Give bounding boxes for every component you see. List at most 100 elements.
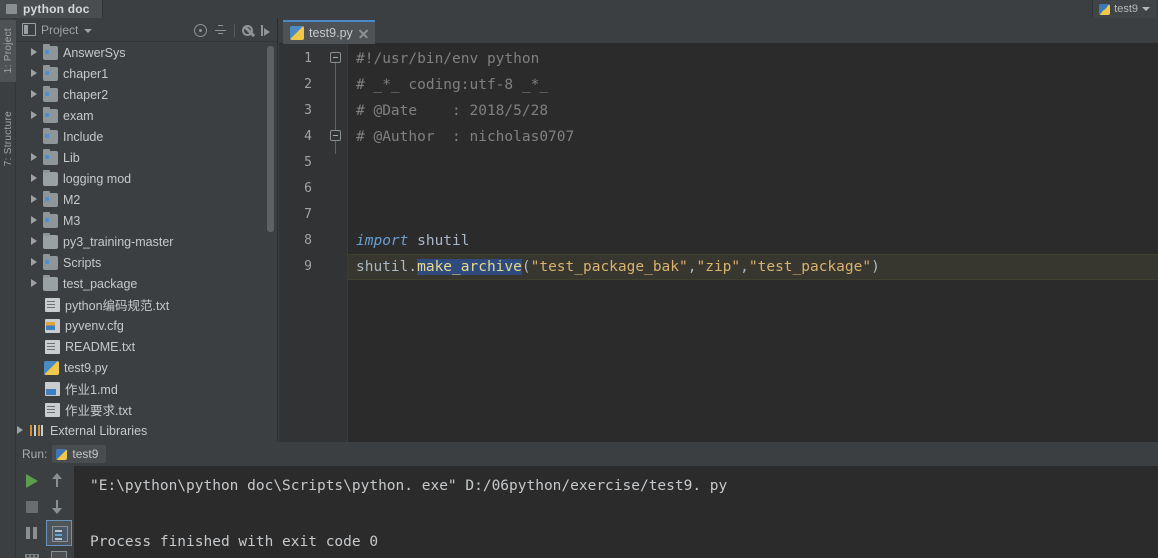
tree-item-label: test9.py — [64, 360, 108, 375]
chevron-right-icon[interactable] — [30, 153, 39, 162]
code-line[interactable]: # @Date : 2018/5/28 — [356, 98, 548, 124]
tree-item[interactable]: pyvenv.cfg — [16, 315, 278, 336]
chevron-right-icon[interactable] — [30, 237, 39, 246]
tree-item[interactable]: README.txt — [16, 336, 278, 357]
tree-item[interactable]: chaper2 — [16, 84, 278, 105]
code-line[interactable]: #!/usr/bin/env python — [356, 46, 539, 72]
sidebar-item-project[interactable]: 1: Project — [0, 20, 16, 82]
python-file-icon — [56, 448, 68, 460]
code-line[interactable]: # @Author : nicholas0707 — [356, 124, 574, 150]
console-scrollbar[interactable] — [1151, 466, 1158, 558]
project-tree-scrollbar[interactable] — [267, 46, 274, 232]
markdown-file-icon — [45, 381, 60, 396]
pause-button[interactable] — [19, 520, 45, 546]
chevron-right-icon[interactable] — [30, 90, 39, 99]
fold-collapse-icon[interactable] — [330, 130, 341, 141]
up-stack-button[interactable] — [46, 468, 72, 494]
editor-area: test9.py 1 2 3 4 5 6 7 8 9 #!/usr/bin/env python… — [279, 18, 1158, 442]
tree-item[interactable]: M3 — [16, 210, 278, 231]
chevron-right-icon[interactable] — [30, 258, 39, 267]
code-area[interactable]: 1 2 3 4 5 6 7 8 9 #!/usr/bin/env python # _*_ cod… — [279, 44, 1158, 442]
tree-item[interactable]: test9.py — [16, 357, 278, 378]
stop-button[interactable] — [19, 494, 45, 520]
line-number: 6 — [304, 181, 312, 196]
tree-item-label: pyvenv.cfg — [65, 318, 124, 333]
tree-item[interactable]: python编码规范.txt — [16, 294, 278, 315]
code-token: ( — [521, 259, 531, 275]
tree-item[interactable]: External Libraries — [16, 420, 278, 441]
hide-panel-icon[interactable] — [260, 24, 273, 37]
code-token: ) — [871, 259, 880, 275]
tree-item[interactable]: py3_training-master — [16, 231, 278, 252]
soft-wrap-button[interactable] — [46, 520, 72, 546]
tree-item[interactable]: chaper1 — [16, 63, 278, 84]
run-tab-test9[interactable]: test9 — [52, 445, 107, 463]
code-token: , — [740, 259, 749, 275]
chevron-down-icon[interactable] — [1142, 7, 1150, 11]
chevron-right-icon[interactable] — [30, 216, 39, 225]
play-icon — [26, 474, 38, 488]
tab-test9-py[interactable]: test9.py — [283, 20, 375, 44]
line-number: 8 — [304, 233, 312, 248]
project-title-tab[interactable]: python doc — [0, 0, 103, 18]
code-token: # _*_ coding:utf-8 _*_ — [356, 77, 549, 93]
code-folding-strip[interactable] — [320, 44, 348, 442]
chevron-right-icon[interactable] — [30, 48, 39, 57]
console-output[interactable]: "E:\python\python doc\Scripts\python. ex… — [74, 466, 1158, 558]
grid-icon — [25, 554, 39, 558]
tree-item-label: py3_training-master — [63, 234, 174, 249]
left-tool-strip: 1: Project 7: Structure — [0, 18, 16, 558]
tree-item[interactable]: M2 — [16, 189, 278, 210]
tree-item-label: README.txt — [65, 339, 136, 354]
tree-item[interactable]: Lib — [16, 147, 278, 168]
run-config-label: test9 — [1114, 3, 1138, 15]
chevron-right-icon[interactable] — [30, 111, 39, 120]
code-line[interactable]: import shutil — [356, 228, 470, 254]
chevron-right-icon[interactable] — [16, 426, 25, 435]
sidebar-item-label: 1: Project — [2, 28, 14, 74]
chevron-right-icon[interactable] — [30, 69, 39, 78]
print-button[interactable] — [46, 546, 72, 558]
chevron-right-icon[interactable] — [30, 279, 39, 288]
run-configuration-selector[interactable]: test9 — [1092, 0, 1156, 18]
toolbar-divider — [234, 23, 235, 37]
code-token: shutil. — [356, 259, 418, 275]
text-file-icon — [45, 297, 60, 312]
scroll-to-end-button[interactable] — [19, 546, 45, 558]
console-line: Process finished with exit code 0 — [90, 534, 379, 550]
chevron-right-icon[interactable] — [30, 195, 39, 204]
tree-item[interactable]: 作业要求.txt — [16, 399, 278, 420]
tree-item[interactable]: 作业1.md — [16, 378, 278, 399]
code-text[interactable]: #!/usr/bin/env python # _*_ coding:utf-8 … — [348, 44, 1158, 442]
editor-tab-bar: test9.py — [279, 18, 1158, 44]
project-panel-toolbar — [194, 18, 273, 42]
tree-item[interactable]: test_package — [16, 273, 278, 294]
tree-item-label: M3 — [63, 213, 81, 228]
code-token: #!/usr/bin/env python — [356, 51, 540, 67]
tree-item-label: exam — [63, 108, 94, 123]
code-token: make_archive — [417, 259, 522, 275]
scroll-from-source-icon[interactable] — [194, 23, 207, 37]
folder-plain-icon — [43, 232, 58, 249]
tree-item[interactable]: exam — [16, 105, 278, 126]
tree-item[interactable]: AnswerSys — [16, 42, 278, 63]
tree-item[interactable]: Scripts — [16, 252, 278, 273]
project-tree[interactable]: AnswerSys chaper1 chaper2 exam Include Lib log… — [16, 42, 278, 442]
chevron-right-icon[interactable] — [30, 174, 39, 183]
collapse-all-icon[interactable] — [214, 24, 227, 37]
down-stack-button[interactable] — [46, 494, 72, 520]
close-icon[interactable] — [358, 28, 369, 39]
rerun-button[interactable] — [19, 468, 45, 494]
code-line[interactable]: shutil.make_archive("test_package_bak","… — [356, 254, 880, 280]
code-line[interactable]: # _*_ coding:utf-8 _*_ — [356, 72, 548, 98]
code-token: "test_package_bak" — [530, 259, 688, 275]
line-number: 7 — [304, 207, 312, 222]
fold-collapse-icon[interactable] — [330, 52, 341, 63]
tree-item[interactable]: logging mod — [16, 168, 278, 189]
sidebar-item-structure[interactable]: 7: Structure — [0, 100, 16, 178]
tree-item[interactable]: Include — [16, 126, 278, 147]
code-token: shutil — [408, 233, 470, 249]
folder-module-icon — [43, 211, 58, 228]
chevron-down-icon[interactable] — [84, 28, 93, 33]
settings-gear-icon[interactable] — [242, 25, 253, 36]
